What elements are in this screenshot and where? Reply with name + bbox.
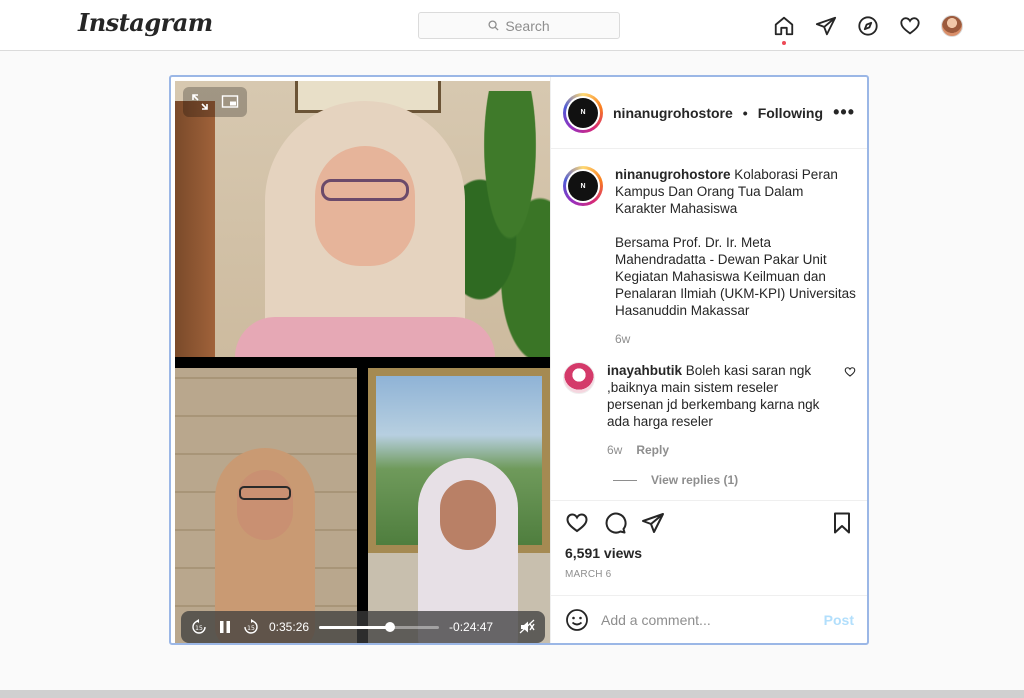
commenter-avatar[interactable] <box>563 362 595 394</box>
video-tile-host <box>175 81 550 357</box>
comment-input[interactable] <box>601 611 812 628</box>
search-icon <box>488 20 499 31</box>
compass-icon <box>858 16 878 36</box>
comment-time: 6w <box>607 443 623 457</box>
skip-forward-icon[interactable]: 15 <box>243 619 259 635</box>
post-modal: 15 15 0:35:26 -0:24:47 N ninanugrohostor… <box>169 75 869 645</box>
avatar-initial: N <box>568 171 598 201</box>
video-tile-guest-right <box>368 368 550 643</box>
like-heart-icon[interactable] <box>565 511 589 535</box>
comment-username[interactable]: inayahbutik <box>607 363 682 378</box>
caption-text-2: Bersama Prof. Dr. Ir. Meta Mahendradatta… <box>615 235 856 318</box>
reply-button[interactable]: Reply <box>636 442 669 459</box>
caption: N ninanugrohostore Kolaborasi Peran Kamp… <box>563 166 856 348</box>
caption-time: 6w <box>615 332 631 346</box>
author-username[interactable]: ninanugrohostore <box>613 105 733 121</box>
elapsed-time: 0:35:26 <box>269 620 310 634</box>
post-actions: 6,591 views MARCH 6 <box>551 500 867 580</box>
pause-icon[interactable] <box>217 619 233 635</box>
view-count[interactable]: 6,591 views <box>565 545 854 561</box>
notification-dot <box>782 41 786 45</box>
post-date: MARCH 6 <box>565 569 612 580</box>
comment-body: inayahbutik Boleh kasi saran ngk ,baikny… <box>607 362 832 459</box>
share-paper-plane-icon[interactable] <box>641 511 665 535</box>
post-comment-button[interactable]: Post <box>824 612 854 628</box>
explore-button[interactable] <box>856 14 880 38</box>
search-box[interactable]: Search <box>418 12 620 39</box>
direct-button[interactable] <box>814 14 838 38</box>
skip-forward-label: 15 <box>247 625 255 632</box>
instagram-logo[interactable]: Instagram <box>78 8 213 37</box>
caption-body: ninanugrohostore Kolaborasi Peran Kampus… <box>615 166 856 348</box>
top-navigation: Instagram Search <box>0 0 1024 51</box>
bottom-scrollbar <box>0 690 1024 698</box>
post-header: N ninanugrohostore • Following ••• <box>551 77 867 149</box>
home-button[interactable] <box>772 14 796 45</box>
paper-plane-icon <box>815 16 837 36</box>
profile-button[interactable] <box>940 14 964 38</box>
like-comment-heart-icon[interactable] <box>844 366 856 378</box>
author-avatar[interactable]: N <box>563 92 603 133</box>
separator-dot: • <box>742 104 748 121</box>
picture-in-picture-icon[interactable] <box>221 93 239 111</box>
emoji-icon[interactable] <box>565 608 589 632</box>
caption-username[interactable]: ninanugrohostore <box>615 167 731 182</box>
view-replies-label: View replies (1) <box>651 473 739 487</box>
video-controls: 15 15 0:35:26 -0:24:47 <box>181 611 545 643</box>
post-side-panel: N ninanugrohostore • Following ••• N nin… <box>550 77 867 643</box>
caption-author-avatar[interactable]: N <box>563 166 603 206</box>
remaining-time: -0:24:47 <box>449 620 494 634</box>
scrubber-progress <box>319 625 390 629</box>
home-icon <box>774 16 794 36</box>
video-tile-guest-left <box>175 368 357 643</box>
video-scrubber[interactable] <box>319 621 440 632</box>
comment-item: inayahbutik Boleh kasi saran ngk ,baikny… <box>563 362 856 459</box>
heart-icon <box>900 17 920 35</box>
scrubber-handle[interactable] <box>384 621 395 632</box>
skip-back-icon[interactable]: 15 <box>191 619 207 635</box>
activity-button[interactable] <box>898 14 922 38</box>
replies-divider <box>613 479 637 481</box>
view-replies-button[interactable]: View replies (1) <box>613 473 856 487</box>
fullscreen-icon[interactable] <box>191 93 209 111</box>
following-button[interactable]: Following <box>758 105 823 121</box>
bookmark-icon[interactable] <box>830 511 854 535</box>
muted-speaker-icon[interactable] <box>519 619 535 635</box>
add-comment-bar: Post <box>551 595 867 643</box>
avatar-initial: N <box>568 97 598 128</box>
nav-icons <box>772 14 964 45</box>
video-player[interactable]: 15 15 0:35:26 -0:24:47 <box>175 81 550 643</box>
search-placeholder: Search <box>505 17 550 34</box>
comments-list[interactable]: N ninanugrohostore Kolaborasi Peran Kamp… <box>551 150 867 500</box>
more-options-button[interactable]: ••• <box>833 102 855 123</box>
video-top-controls <box>183 87 247 117</box>
skip-back-label: 15 <box>195 625 203 632</box>
comment-bubble-icon[interactable] <box>603 511 627 535</box>
profile-avatar <box>941 15 963 37</box>
